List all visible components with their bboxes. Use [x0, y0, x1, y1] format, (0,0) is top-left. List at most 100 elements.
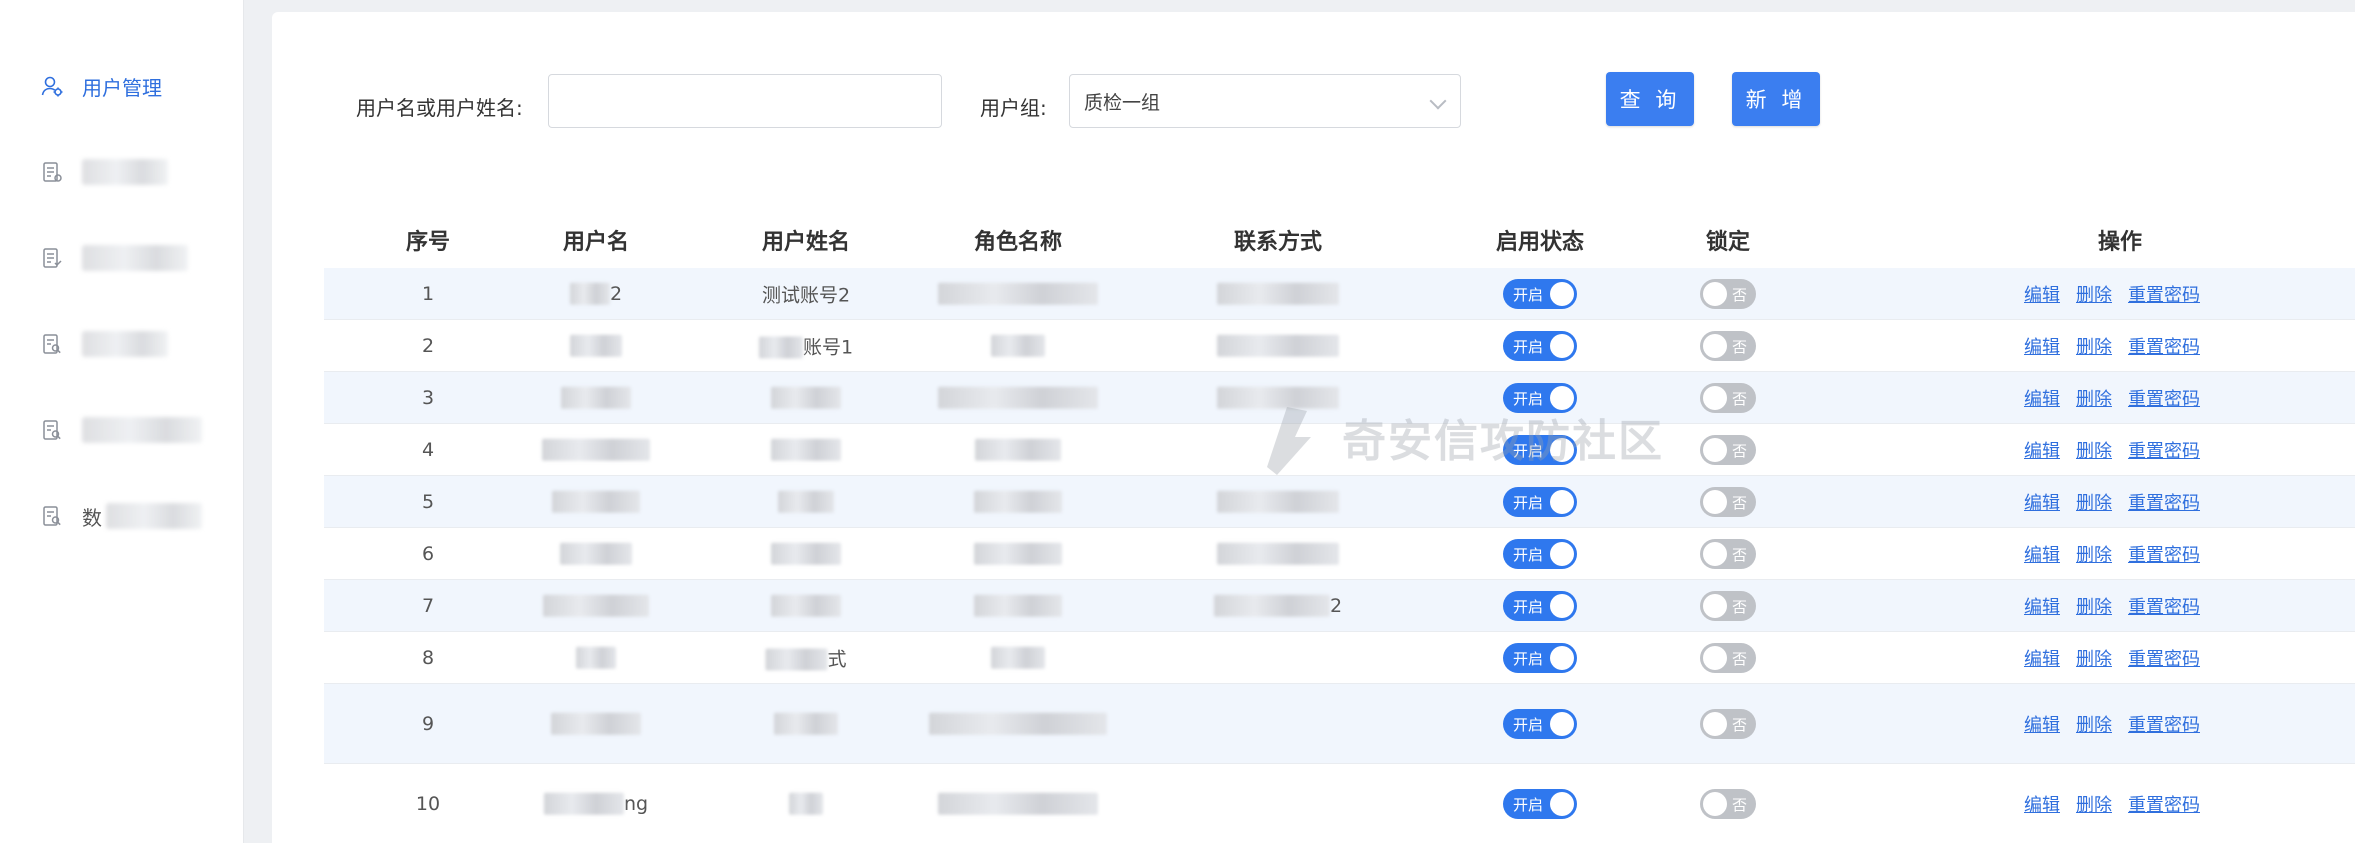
header-enabled: 启用状态	[1495, 230, 1585, 255]
sidebar-item-label-redacted	[82, 245, 188, 271]
delete-link[interactable]: 删除	[2076, 545, 2112, 566]
cell-fullname-redacted	[771, 594, 841, 617]
edit-link[interactable]: 编辑	[2024, 285, 2060, 306]
cell-username: ng	[543, 792, 648, 815]
header-role: 角色名称	[973, 230, 1063, 255]
enabled-toggle[interactable]: 开启	[1503, 788, 1577, 819]
enabled-toggle[interactable]: 开启	[1503, 486, 1577, 517]
toggle-knob	[1703, 593, 1727, 618]
enabled-toggle[interactable]: 开启	[1503, 708, 1577, 739]
enabled-toggle[interactable]: 开启	[1503, 330, 1577, 361]
document-icon	[43, 162, 62, 182]
delete-link[interactable]: 删除	[2076, 337, 2112, 358]
group-label: 用户组:	[980, 96, 1047, 120]
enabled-toggle[interactable]: 开启	[1503, 434, 1577, 465]
locked-toggle[interactable]: 否	[1700, 278, 1756, 309]
edit-link[interactable]: 编辑	[2024, 715, 2060, 736]
cell-index: 1	[422, 283, 434, 305]
locked-toggle[interactable]: 否	[1700, 590, 1756, 621]
enabled-toggle[interactable]: 开启	[1503, 278, 1577, 309]
locked-toggle[interactable]: 否	[1700, 486, 1756, 517]
add-button[interactable]: 新 增	[1732, 72, 1820, 126]
table-row: 6 开启 否 编辑 删除 重置密码	[324, 528, 2355, 580]
delete-link[interactable]: 删除	[2076, 795, 2112, 816]
edit-link[interactable]: 编辑	[2024, 597, 2060, 618]
cell-role-redacted	[974, 594, 1062, 617]
reset-password-link[interactable]: 重置密码	[2128, 389, 2200, 410]
edit-link[interactable]: 编辑	[2024, 795, 2060, 816]
edit-link[interactable]: 编辑	[2024, 493, 2060, 514]
toggle-label: 开启	[1513, 597, 1544, 616]
sidebar-item-5[interactable]	[40, 410, 220, 450]
cell-contact	[1217, 542, 1339, 565]
delete-link[interactable]: 删除	[2076, 285, 2112, 306]
cell-username	[542, 438, 650, 461]
cell-username-redacted	[576, 646, 616, 669]
delete-link[interactable]: 删除	[2076, 441, 2112, 462]
edit-link[interactable]: 编辑	[2024, 337, 2060, 358]
table-row: 9 开启 否 编辑 删除 重置密码	[324, 684, 2355, 764]
cell-fullname: 账号1	[758, 332, 854, 359]
locked-toggle[interactable]: 否	[1700, 382, 1756, 413]
username-input[interactable]	[548, 74, 942, 128]
locked-toggle[interactable]: 否	[1700, 642, 1756, 673]
delete-link[interactable]: 删除	[2076, 389, 2112, 410]
reset-password-link[interactable]: 重置密码	[2128, 337, 2200, 358]
enabled-toggle[interactable]: 开启	[1503, 382, 1577, 413]
cell-username-redacted	[542, 438, 650, 461]
sidebar-item-user-management[interactable]: 用户管理	[40, 66, 220, 106]
sidebar-item-6[interactable]: 数	[40, 496, 220, 536]
sidebar-item-3[interactable]	[40, 238, 220, 278]
locked-toggle[interactable]: 否	[1700, 330, 1756, 361]
cell-contact-text: 2	[1329, 594, 1343, 617]
edit-link[interactable]: 编辑	[2024, 389, 2060, 410]
toggle-label: 开启	[1513, 389, 1544, 408]
cell-fullname-text: 账号1	[802, 336, 854, 358]
main-panel: 用户名或用户姓名: 用户组: 质检一组 查 询 新 增 序号 用户名 用户姓名 …	[272, 12, 2355, 843]
cell-index-text: 4	[421, 438, 435, 461]
cell-index: 3	[422, 387, 434, 409]
enabled-toggle[interactable]: 开启	[1503, 642, 1577, 673]
reset-password-link[interactable]: 重置密码	[2128, 545, 2200, 566]
locked-toggle[interactable]: 否	[1700, 434, 1756, 465]
edit-link[interactable]: 编辑	[2024, 441, 2060, 462]
reset-password-link[interactable]: 重置密码	[2128, 441, 2200, 462]
locked-toggle[interactable]: 否	[1700, 708, 1756, 739]
row-actions: 编辑 删除 重置密码	[2024, 385, 2216, 411]
sidebar-item-label-redacted	[82, 331, 168, 357]
toggle-knob	[1550, 281, 1574, 306]
sidebar-item-2[interactable]	[40, 152, 220, 192]
reset-password-link[interactable]: 重置密码	[2128, 795, 2200, 816]
query-button[interactable]: 查 询	[1606, 72, 1694, 126]
username-label: 用户名或用户姓名:	[356, 96, 523, 120]
reset-password-link[interactable]: 重置密码	[2128, 715, 2200, 736]
delete-link[interactable]: 删除	[2076, 597, 2112, 618]
sidebar-item-4[interactable]	[40, 324, 220, 364]
cell-index-text: 3	[421, 386, 435, 409]
reset-password-link[interactable]: 重置密码	[2128, 285, 2200, 306]
cell-contact: 2	[1213, 594, 1343, 617]
cell-fullname	[771, 542, 841, 565]
locked-toggle[interactable]: 否	[1700, 788, 1756, 819]
edit-link[interactable]: 编辑	[2024, 545, 2060, 566]
reset-password-link[interactable]: 重置密码	[2128, 649, 2200, 670]
reset-password-link[interactable]: 重置密码	[2128, 493, 2200, 514]
cell-contact	[1217, 334, 1339, 357]
cell-fullname	[771, 386, 841, 409]
delete-link[interactable]: 删除	[2076, 649, 2112, 670]
toggle-label: 否	[1731, 715, 1747, 734]
group-select[interactable]: 质检一组	[1069, 74, 1461, 128]
cell-fullname	[771, 594, 841, 617]
delete-link[interactable]: 删除	[2076, 715, 2112, 736]
toggle-label: 开启	[1513, 493, 1544, 512]
enabled-toggle[interactable]: 开启	[1503, 538, 1577, 569]
reset-password-link[interactable]: 重置密码	[2128, 597, 2200, 618]
toggle-label: 开启	[1513, 545, 1544, 564]
toggle-knob	[1703, 791, 1727, 816]
sidebar-item-label-redacted	[82, 417, 202, 443]
cell-username	[561, 386, 631, 409]
edit-link[interactable]: 编辑	[2024, 649, 2060, 670]
locked-toggle[interactable]: 否	[1700, 538, 1756, 569]
delete-link[interactable]: 删除	[2076, 493, 2112, 514]
enabled-toggle[interactable]: 开启	[1503, 590, 1577, 621]
